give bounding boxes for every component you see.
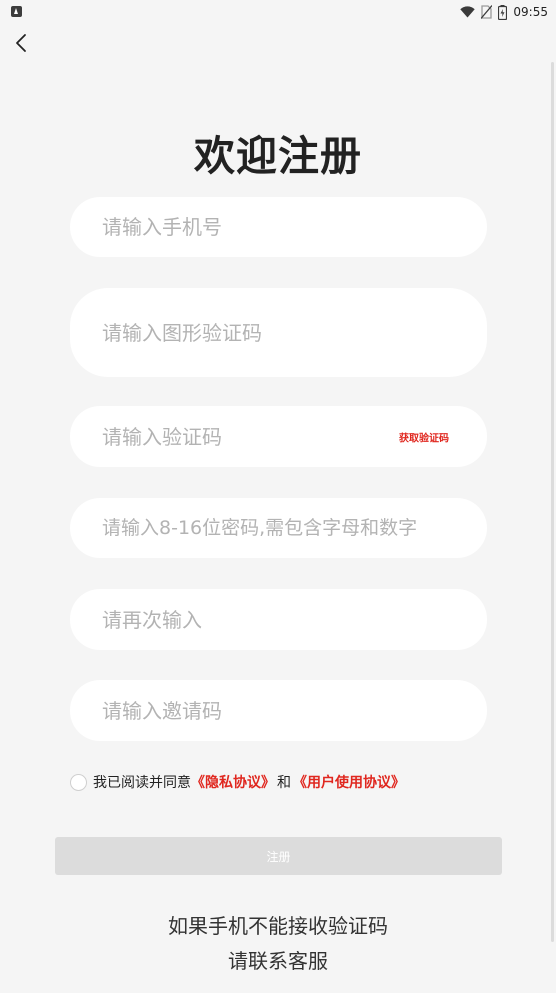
battery-charging-icon	[498, 4, 508, 20]
get-code-button[interactable]: 获取验证码	[399, 429, 449, 444]
invite-code-field	[70, 680, 487, 741]
contact-service-text[interactable]: 请联系客服	[0, 945, 556, 974]
confirm-password-input[interactable]	[70, 589, 487, 650]
phone-field	[70, 197, 487, 257]
status-right: 09:55	[460, 3, 548, 21]
phone-input[interactable]	[70, 197, 487, 257]
privacy-policy-link[interactable]: 《隐私协议》	[191, 772, 275, 792]
status-time: 09:55	[513, 5, 548, 19]
help-text-line1: 如果手机不能接收验证码	[168, 914, 388, 938]
status-bar: 09:55	[0, 0, 556, 24]
password-input[interactable]	[70, 498, 487, 558]
wifi-icon	[460, 6, 476, 18]
page-title: 欢迎注册	[194, 132, 362, 180]
agreement-row: 我已阅读并同意 《隐私协议》 和 《用户使用协议》	[70, 771, 405, 793]
agreement-text: 我已阅读并同意	[93, 775, 191, 791]
back-button[interactable]	[8, 30, 34, 56]
agreement-checkbox[interactable]	[70, 773, 87, 791]
sms-code-field: 获取验证码	[70, 406, 487, 467]
scrollbar[interactable]	[551, 62, 554, 942]
register-button[interactable]: 注册	[55, 837, 502, 875]
password-field	[70, 498, 487, 558]
confirm-password-field	[70, 589, 487, 650]
user-agreement-link[interactable]: 《用户使用协议》	[293, 772, 405, 792]
captcha-input[interactable]	[70, 288, 487, 377]
captcha-field	[70, 288, 487, 377]
notification-app-icon	[11, 6, 22, 17]
agreement-and-text: 和	[277, 775, 291, 791]
invite-code-input[interactable]	[70, 680, 487, 741]
register-screen: 09:55 欢迎注册 获取验证码 我已阅读并同意 《隐私协议》 和 《用户使用协…	[0, 0, 556, 993]
no-sim-icon	[481, 5, 493, 19]
chevron-left-icon	[16, 34, 26, 52]
